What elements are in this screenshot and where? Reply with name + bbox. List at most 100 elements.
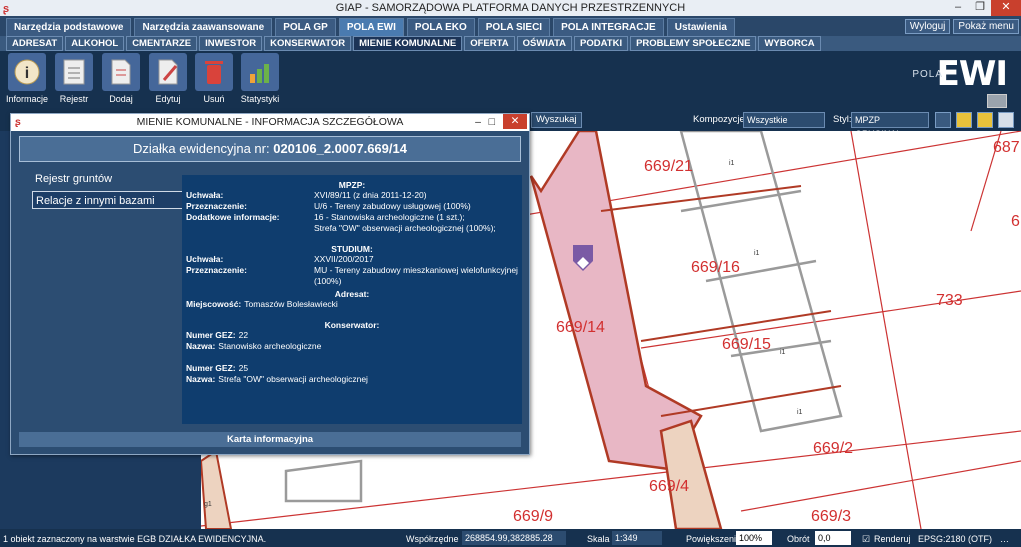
coords-label: Współrzędne	[406, 534, 459, 544]
nazwa-key: Nazwa:	[186, 341, 216, 351]
status-message: 1 obiekt zaznaczony na warstwie EGB DZIA…	[3, 534, 267, 544]
mpzp-heading: MPZP:	[338, 180, 366, 190]
tab-narzedzia-podstawowe[interactable]: Narzędzia podstawowe	[6, 18, 132, 36]
info-icon: i	[8, 53, 46, 91]
statistics-icon	[241, 53, 279, 91]
render-checkbox-icon[interactable]: ☑	[862, 534, 870, 545]
tab-pola-ewi[interactable]: POLA EWI	[338, 18, 404, 36]
parcel-label: 669/14	[556, 319, 605, 336]
subtab-inwestor[interactable]: INWESTOR	[199, 36, 263, 51]
dialog-title: MIENIE KOMUNALNE - INFORMACJA SZCZEGÓŁOW…	[136, 116, 404, 128]
subtab-oswiata[interactable]: OŚWIATA	[516, 36, 573, 51]
building-label: i1	[797, 409, 803, 416]
building-label: i1	[780, 349, 786, 356]
usun-label: Usuń	[203, 94, 225, 104]
studium-przeznaczenie-key: Przeznaczenie:	[186, 265, 247, 275]
subtab-konserwator[interactable]: KONSERWATOR	[264, 36, 352, 51]
select-tool-icon[interactable]	[977, 112, 993, 128]
style-label: Styl:	[833, 114, 852, 125]
edytuj-label: Edytuj	[155, 94, 181, 104]
informacje-label: Informacje	[6, 94, 49, 104]
dialog-maximize-button[interactable]: □	[489, 114, 495, 131]
nav-relacje-z-innymi-bazami[interactable]: Relacje z innymi bazami	[32, 191, 188, 209]
app-icon: ʂ	[3, 3, 10, 15]
subtab-podatki[interactable]: PODATKI	[574, 36, 629, 51]
tab-narzedzia-zaawansowane[interactable]: Narzędzia zaawansowane	[134, 18, 273, 36]
close-button[interactable]: ✕	[991, 0, 1021, 16]
subtab-cmentarze[interactable]: CMENTARZE	[126, 36, 198, 51]
crs-button[interactable]: EPSG:2180 (OTF)	[918, 534, 992, 544]
parcel-label: 669/4	[649, 478, 690, 495]
nazwa-key: Nazwa:	[186, 374, 216, 384]
parcel-header: Działka ewidencyjna nr: 020106_2.0007.66…	[19, 136, 521, 162]
gez-key: Numer GEZ:	[186, 363, 236, 373]
status-bar: 1 obiekt zaznaczony na warstwie EGB DZIA…	[0, 529, 1021, 547]
export-image-icon[interactable]	[998, 112, 1014, 128]
show-menu-button[interactable]: Pokaż menu	[953, 19, 1019, 34]
informacje-button[interactable]: i Informacje	[6, 53, 48, 104]
scale-input[interactable]: 1:349	[612, 531, 662, 545]
subtab-mienie-komunalne[interactable]: MIENIE KOMUNALNE	[353, 36, 463, 51]
dodaj-label: Dodaj	[109, 94, 133, 104]
tab-pola-integracje[interactable]: POLA INTEGRACJE	[553, 18, 664, 36]
subtab-adresat[interactable]: ADRESAT	[6, 36, 64, 51]
tab-pola-gp[interactable]: POLA GP	[275, 18, 336, 36]
karta-informacyjna-button[interactable]: Karta informacyjna	[19, 432, 521, 447]
parcel-header-prefix: Działka ewidencyjna nr:	[133, 141, 270, 156]
window-title-bar: ʂ GIAP - SAMORZĄDOWA PLATFORMA DANYCH PR…	[0, 0, 1021, 16]
restore-button[interactable]: ❐	[969, 0, 991, 16]
rotation-input[interactable]: 0,0	[815, 531, 851, 545]
rejestr-button[interactable]: Rejestr	[53, 53, 95, 104]
building-label: i1	[729, 160, 735, 167]
add-document-icon	[102, 53, 140, 91]
messages-icon[interactable]: …	[1000, 534, 1009, 544]
style-select[interactable]: MPZP ORYGINAŁ	[851, 112, 929, 139]
clear-selection-icon[interactable]	[956, 112, 972, 128]
tab-pola-sieci[interactable]: POLA SIECI	[477, 18, 551, 36]
parcel-label: 669/2	[813, 440, 854, 457]
dialog-nav: Rejestr gruntów Relacje z innymi bazami	[32, 170, 188, 212]
subtab-alkohol[interactable]: ALKOHOL	[65, 36, 125, 51]
parcel-label: 669/9	[513, 508, 554, 525]
trash-icon	[195, 53, 233, 91]
sub-tab-bar: ADRESAT ALKOHOL CMENTARZE INWESTOR KONSE…	[0, 36, 1021, 51]
gez-value: 22	[238, 330, 249, 340]
studium-heading: STUDIUM:	[331, 244, 373, 254]
zoom-label: Powiększenie	[686, 534, 742, 544]
tab-pola-eko[interactable]: POLA EKO	[406, 18, 475, 36]
svg-text:i: i	[25, 65, 29, 82]
subtab-oferta[interactable]: OFERTA	[464, 36, 515, 51]
render-label: Renderuj	[874, 534, 911, 544]
tab-ustawienia[interactable]: Ustawienia	[666, 18, 735, 36]
parcel-label: 687	[993, 139, 1020, 156]
compositions-select[interactable]: Wszystkie warstwy	[743, 112, 825, 139]
nav-rejestr-gruntow[interactable]: Rejestr gruntów	[32, 170, 188, 188]
minimize-button[interactable]: –	[947, 0, 969, 16]
coords-field[interactable]: 268854.99,382885.28	[462, 531, 566, 545]
details-panel: MPZP: Uchwała: XVI/89/11 (z dnia 2011-12-…	[182, 175, 522, 424]
logout-button[interactable]: Wyloguj	[904, 19, 951, 34]
gez-key: Numer GEZ:	[186, 330, 236, 340]
parcel-label: 6	[1011, 213, 1020, 230]
window-title: GIAP - SAMORZĄDOWA PLATFORMA DANYCH PRZE…	[335, 2, 686, 14]
zoom-input[interactable]: 100%	[736, 531, 772, 545]
studium-uchwala-key: Uchwała:	[186, 254, 224, 264]
mpzp-uchwala-key: Uchwała:	[186, 190, 224, 200]
statystyki-button[interactable]: Statystyki	[239, 53, 281, 104]
rejestr-label: Rejestr	[59, 94, 89, 104]
subtab-problemy-spoleczne[interactable]: PROBLEMY SPOŁECZNE	[630, 36, 757, 51]
dialog-app-icon: ʂ	[15, 116, 21, 128]
settings-gear-icon[interactable]	[935, 112, 951, 128]
edytuj-button[interactable]: Edytuj	[147, 53, 189, 104]
logo-big-text: EWI	[936, 54, 1008, 94]
search-button[interactable]: Wyszukaj	[531, 112, 582, 128]
main-tab-bar: Narzędzia podstawowe Narzędzia zaawansow…	[0, 16, 1021, 36]
dialog-close-button[interactable]: ✕	[503, 114, 527, 129]
usun-button[interactable]: Usuń	[193, 53, 235, 104]
dodaj-button[interactable]: Dodaj	[100, 53, 142, 104]
subtab-wyborca[interactable]: WYBORCA	[758, 36, 821, 51]
dialog-minimize-button[interactable]: –	[475, 114, 481, 131]
nazwa-value: Strefa "OW" obserwacji archeologicznej	[218, 374, 368, 384]
edit-icon	[149, 53, 187, 91]
mpzp-dodatkowe-value-1: 16 - Stanowiska archeologiczne (1 szt.);	[314, 212, 465, 222]
